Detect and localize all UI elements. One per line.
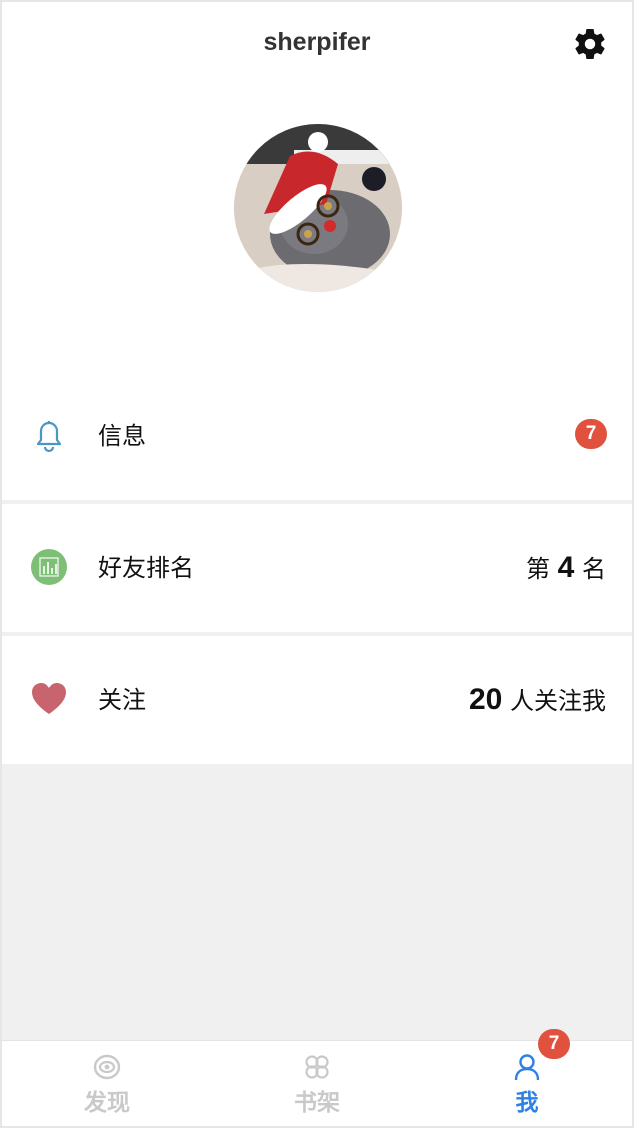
message-count-badge: 7 xyxy=(575,419,607,449)
profile-section xyxy=(2,82,632,372)
row-friend-ranking[interactable]: 好友排名 第 4 名 xyxy=(2,500,632,632)
follows-value: 20 人关注我 xyxy=(469,636,606,764)
bell-icon xyxy=(30,416,68,454)
ranking-chart-icon xyxy=(30,548,68,586)
follows-number: 20 xyxy=(468,683,503,716)
heart-icon xyxy=(30,680,68,718)
bottom-tab-bar: 发现 书架 我 xyxy=(2,1040,632,1126)
tab-discover[interactable]: 发现 xyxy=(2,1041,212,1126)
person-icon xyxy=(513,1053,541,1081)
bookshelf-icon xyxy=(303,1053,331,1081)
ranking-suffix: 名 xyxy=(582,555,606,583)
tab-me-badge: 7 xyxy=(538,1029,570,1059)
row-label-messages: 信息 xyxy=(98,422,146,450)
follows-suffix: 人关注我 xyxy=(510,687,606,715)
tab-bookshelf[interactable]: 书架 xyxy=(212,1041,422,1126)
tab-discover-label: 发现 xyxy=(84,1090,130,1116)
page-title: sherpifer xyxy=(263,28,371,56)
row-messages[interactable]: 信息 7 xyxy=(2,372,632,500)
ranking-number: 4 xyxy=(557,551,575,584)
tab-me[interactable]: 我 xyxy=(422,1041,632,1126)
eye-icon xyxy=(93,1053,121,1081)
header-bar: sherpifer xyxy=(2,2,632,83)
tab-bookshelf-label: 书架 xyxy=(294,1090,340,1116)
row-label-follows: 关注 xyxy=(98,686,146,714)
app-frame: sherpifer 信息 7 好友排名 第 4 名 关注 20 人关注我 发现 … xyxy=(0,0,634,1128)
ranking-prefix: 第 xyxy=(526,555,551,583)
row-follows[interactable]: 关注 20 人关注我 xyxy=(2,632,632,764)
ranking-value: 第 4 名 xyxy=(526,504,606,632)
row-label-ranking: 好友排名 xyxy=(98,554,194,582)
gear-icon[interactable] xyxy=(572,26,608,62)
avatar[interactable] xyxy=(234,124,402,292)
tab-me-label: 我 xyxy=(515,1090,539,1116)
